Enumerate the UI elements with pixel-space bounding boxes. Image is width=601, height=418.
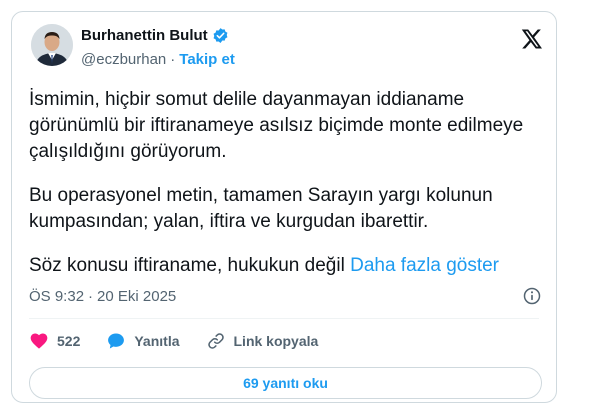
tweet-timestamp[interactable]: ÖS 9:32 · 20 Eki 2025: [29, 288, 176, 305]
author-name[interactable]: Burhanettin Bulut: [81, 27, 208, 44]
reply-label: Yanıtla: [134, 333, 180, 349]
tweet-date: 20 Eki 2025: [97, 288, 177, 305]
like-count: 522: [57, 333, 81, 349]
divider: [29, 318, 539, 319]
link-icon: [207, 333, 224, 349]
like-button[interactable]: 522: [29, 331, 80, 351]
heart-icon: [30, 333, 48, 349]
show-more-link[interactable]: Daha fazla göster: [350, 255, 499, 276]
copy-link-button[interactable]: Link kopyala: [206, 331, 319, 351]
follow-button[interactable]: Takip et: [179, 51, 235, 68]
read-replies-button[interactable]: 69 yanıtı oku: [29, 367, 542, 399]
verified-badge-icon: [212, 27, 229, 44]
handle-separator: ·: [170, 51, 176, 68]
tweet-last-line: Söz konusu iftiraname, hukukun değil: [29, 255, 345, 276]
tweet-paragraph-truncated: Söz konusu iftiraname, hukukun değil Dah…: [29, 253, 544, 279]
reply-icon: [108, 333, 125, 349]
author-handle[interactable]: @eczburhan: [81, 51, 166, 68]
tweet-paragraph: Bu operasyonel metin, tamamen Sarayın ya…: [29, 185, 493, 232]
x-logo-icon[interactable]: [520, 27, 544, 51]
reply-button[interactable]: Yanıtla: [106, 331, 180, 351]
tweet-card: Burhanettin Bulut @eczburhan · Takip et …: [11, 11, 557, 403]
tweet-text: İsmimin, hiçbir somut delile dayanmayan …: [29, 87, 544, 279]
tweet-paragraph: İsmimin, hiçbir somut delile dayanmayan …: [29, 89, 524, 162]
timestamp-separator: ·: [88, 288, 94, 305]
avatar-image: [31, 24, 73, 66]
action-bar: 522 Yanıtla Link kopyala: [29, 326, 344, 356]
tweet-time: ÖS 9:32: [29, 288, 85, 305]
info-icon[interactable]: [522, 286, 542, 306]
author-name-row: Burhanettin Bulut: [81, 27, 229, 44]
avatar[interactable]: [31, 24, 73, 66]
author-handle-row: @eczburhan · Takip et: [81, 51, 235, 68]
copy-link-label: Link kopyala: [233, 333, 319, 349]
